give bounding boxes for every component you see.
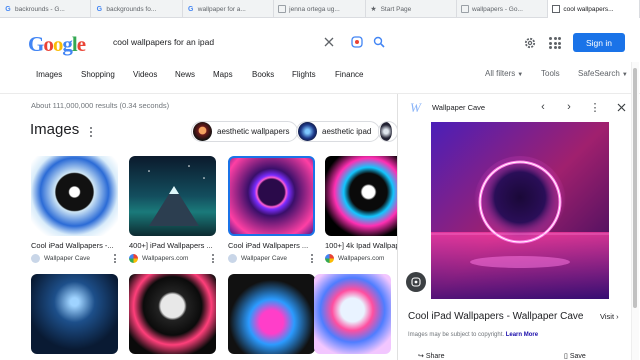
google-apps-icon[interactable] — [549, 37, 561, 49]
browser-tab[interactable]: Gbackgrounds fo... — [91, 0, 183, 18]
page-icon — [552, 5, 561, 13]
settings-gear-icon[interactable] — [523, 36, 537, 50]
result-source[interactable]: Wallpaper Cave — [228, 254, 317, 263]
filter-images[interactable]: Images — [27, 65, 71, 84]
browser-tab[interactable]: ★ Start Page — [366, 0, 457, 18]
star-icon: ★ — [370, 6, 377, 13]
related-thumbnail — [380, 122, 392, 141]
wallpaper-cave-favicon: W — [410, 100, 421, 115]
result-thumbnail[interactable] — [129, 156, 216, 236]
browser-tab[interactable]: Gbackrounds - G... — [0, 0, 92, 18]
google-icon: G — [5, 5, 11, 13]
page-icon — [460, 5, 469, 13]
result-caption[interactable]: Cool iPad Wallpapers ... — [228, 241, 317, 250]
result-source[interactable]: Wallpaper Cave — [31, 254, 120, 263]
result-thumbnail[interactable] — [228, 156, 315, 236]
image-preview-panel: W Wallpaper Cave ‹ › ⋮ Cool iPad Wallpap… — [397, 94, 640, 360]
filter-news[interactable]: News — [166, 65, 204, 84]
related-thumbnail — [193, 122, 212, 141]
share-button[interactable]: ↪ Share — [418, 352, 445, 360]
all-filters-dropdown[interactable]: All filters ▼ — [485, 69, 523, 78]
related-thumbnail — [298, 122, 317, 141]
result-caption[interactable]: 400+] iPad Wallpapers ... — [129, 241, 218, 250]
learn-more-link[interactable]: Learn More — [506, 332, 538, 338]
filter-videos[interactable]: Videos — [124, 65, 166, 84]
filter-flights[interactable]: Flights — [283, 65, 325, 84]
result-thumbnail[interactable] — [314, 274, 391, 354]
safesearch-dropdown[interactable]: SafeSearch ▼ — [578, 69, 628, 78]
browser-tab[interactable]: wallpapers - Go... — [457, 0, 549, 18]
source-favicon — [228, 254, 237, 263]
chevron-right-icon[interactable]: › — [563, 100, 575, 114]
browser-tab-active[interactable]: cool wallpapers... — [548, 0, 640, 18]
image-result-card[interactable]: 400+] iPad Wallpapers ... Wallpapers.com — [129, 156, 218, 263]
more-options-icon[interactable] — [311, 254, 314, 263]
image-result-card[interactable]: Cool iPad Wallpapers -... Wallpaper Cave — [31, 156, 120, 263]
copyright-notice: Images may be subject to copyright. Lear… — [408, 332, 539, 338]
chevron-down-icon: ▼ — [517, 72, 524, 78]
filter-finance[interactable]: Finance — [326, 65, 372, 84]
chevron-left-icon[interactable]: ‹ — [537, 100, 549, 114]
more-options-icon[interactable]: ⋮ — [589, 100, 601, 114]
browser-tab[interactable]: jenna ortega ug... — [274, 0, 366, 18]
page-icon — [278, 5, 287, 13]
related-search-chip[interactable]: aesthetic wallpapers — [191, 121, 299, 142]
visit-button[interactable]: Visit › — [600, 312, 619, 321]
google-lens-icon[interactable] — [350, 35, 364, 49]
source-favicon — [31, 254, 40, 263]
source-favicon — [129, 254, 138, 263]
google-icon: G — [188, 5, 194, 13]
chevron-down-icon: ▼ — [621, 72, 628, 78]
result-caption[interactable]: Cool iPad Wallpapers -... — [31, 241, 120, 250]
preview-image[interactable] — [431, 122, 609, 299]
result-source[interactable]: Wallpapers.com — [129, 254, 218, 263]
image-result-card[interactable]: Cool iPad Wallpapers ... Wallpaper Cave — [228, 156, 317, 263]
clear-icon[interactable] — [322, 35, 336, 49]
sign-in-button[interactable]: Sign in — [573, 33, 625, 52]
bookmark-icon: ▯ — [564, 353, 568, 360]
more-options-icon[interactable] — [212, 254, 215, 263]
search-icon[interactable] — [372, 35, 386, 49]
result-thumbnail[interactable] — [31, 156, 118, 236]
close-icon[interactable] — [615, 100, 627, 114]
preview-site-name[interactable]: Wallpaper Cave — [432, 103, 485, 112]
browser-tab[interactable]: Gwallpaper for a... — [183, 0, 275, 18]
browser-tab-strip: Gbackrounds - G... Gbackgrounds fo... Gw… — [0, 0, 640, 18]
related-search-chip[interactable]: aesthetic ipad — [296, 121, 381, 142]
share-icon: ↪ — [418, 353, 424, 360]
chevron-right-icon: › — [616, 312, 619, 321]
result-thumbnail[interactable] — [31, 274, 118, 354]
related-search-chip[interactable] — [378, 121, 398, 142]
google-lens-icon[interactable] — [406, 272, 426, 292]
search-input[interactable] — [113, 37, 323, 47]
result-thumbnail[interactable] — [228, 274, 315, 354]
filter-books[interactable]: Books — [243, 65, 283, 84]
scrollbar-thumb[interactable] — [633, 68, 637, 308]
filter-maps[interactable]: Maps — [204, 65, 242, 84]
result-stats: About 111,000,000 results (0.34 seconds) — [31, 101, 170, 110]
more-options-icon[interactable] — [114, 254, 117, 263]
search-box — [100, 29, 392, 55]
google-icon: G — [96, 5, 103, 13]
save-button[interactable]: ▯ Save — [564, 352, 586, 360]
result-thumbnail[interactable] — [129, 274, 216, 354]
preview-title[interactable]: Cool iPad Wallpapers - Wallpaper Cave — [408, 311, 583, 322]
filter-shopping[interactable]: Shopping — [72, 65, 124, 84]
images-section-title: Images — [30, 121, 80, 138]
google-logo[interactable]: Google — [28, 32, 86, 57]
source-favicon — [325, 254, 334, 263]
more-options-icon[interactable] — [89, 127, 93, 137]
tools-button[interactable]: Tools — [541, 69, 560, 78]
